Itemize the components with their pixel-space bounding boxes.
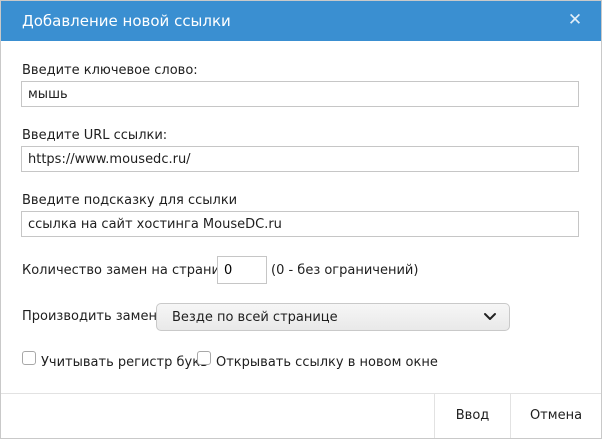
close-icon[interactable]: ✕ xyxy=(567,10,583,30)
hint-label: Введите подсказку для ссылки xyxy=(22,193,238,208)
chevron-down-icon xyxy=(484,313,496,320)
replace-count-note: (0 - без ограничений) xyxy=(271,263,419,278)
dialog-title: Добавление новой ссылки xyxy=(22,12,231,30)
url-label: Введите URL ссылки: xyxy=(22,128,168,143)
case-sensitive-checkbox[interactable] xyxy=(22,351,36,365)
keyword-label: Введите ключевое слово: xyxy=(22,63,198,78)
replace-count-input[interactable] xyxy=(217,256,267,284)
cancel-button[interactable]: Отмена xyxy=(511,394,601,438)
keyword-input[interactable] xyxy=(21,81,579,107)
replace-mode-value: Везде по всей странице xyxy=(172,310,338,325)
dialog-titlebar: Добавление новой ссылки ✕ xyxy=(1,1,601,41)
replace-count-label: Количество замен на страницу: xyxy=(22,263,241,278)
new-window-checkbox[interactable] xyxy=(197,351,211,365)
case-sensitive-label: Учитывать регистр букв xyxy=(41,355,208,370)
url-input[interactable] xyxy=(21,146,579,172)
ok-button[interactable]: Ввод xyxy=(435,394,510,438)
hint-input[interactable] xyxy=(21,211,579,237)
replace-mode-select[interactable]: Везде по всей странице xyxy=(156,303,510,331)
new-window-label: Открывать ссылку в новом окне xyxy=(216,355,438,370)
replace-mode-label: Производить замену: xyxy=(22,309,170,324)
add-link-dialog: Добавление новой ссылки ✕ Введите ключев… xyxy=(0,0,602,439)
